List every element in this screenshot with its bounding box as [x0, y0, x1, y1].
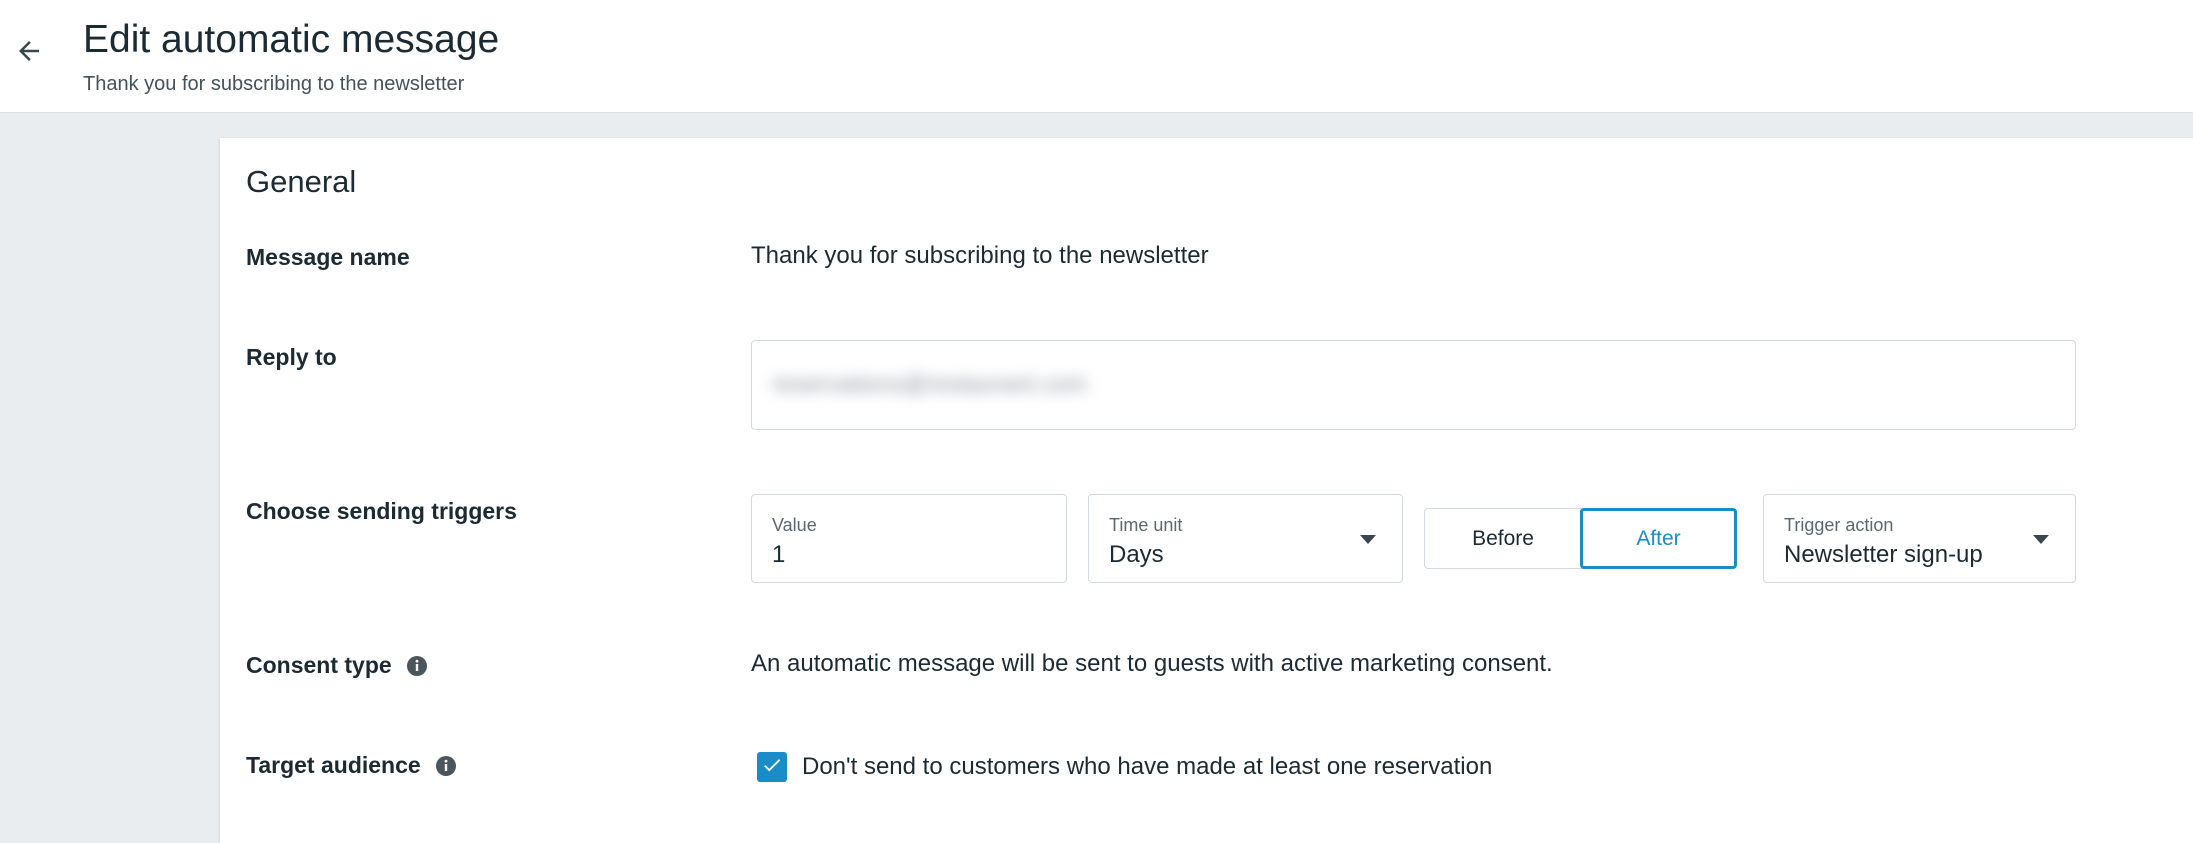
checkmark-icon: [761, 754, 783, 781]
message-name-label: Message name: [246, 244, 410, 270]
general-card: General Message name Thank you for subsc…: [220, 138, 2193, 843]
consent-type-text: An automatic message will be sent to gue…: [751, 650, 1553, 677]
trigger-value-caption: Value: [772, 515, 817, 535]
page-header: Edit automatic message Thank you for sub…: [0, 0, 2193, 113]
timing-after-button[interactable]: After: [1580, 508, 1737, 569]
section-title: General: [246, 164, 357, 199]
reply-to-value: reservations@restaurant.com: [772, 371, 1088, 398]
sending-triggers-label: Choose sending triggers: [246, 498, 517, 524]
trigger-action-caption: Trigger action: [1784, 515, 1894, 535]
chevron-down-icon: [2033, 535, 2049, 544]
trigger-action-select[interactable]: Trigger action Newsletter sign-up: [1763, 494, 2076, 583]
chevron-down-icon: [1360, 535, 1376, 544]
time-unit-caption: Time unit: [1109, 515, 1183, 535]
trigger-value-text: 1: [772, 541, 786, 568]
exclude-customers-checkbox[interactable]: [757, 752, 787, 782]
message-name-value: Thank you for subscribing to the newslet…: [751, 242, 1209, 269]
target-audience-label: Target audience: [246, 752, 457, 779]
time-unit-value: Days: [1109, 541, 1164, 568]
info-icon[interactable]: [435, 755, 457, 777]
reply-to-label: Reply to: [246, 344, 337, 370]
arrow-left-icon: [14, 36, 44, 71]
trigger-action-value: Newsletter sign-up: [1784, 541, 1983, 568]
consent-type-label: Consent type: [246, 652, 428, 679]
info-icon[interactable]: [406, 655, 428, 677]
trigger-value-input[interactable]: Value 1: [751, 494, 1067, 583]
page-subtitle: Thank you for subscribing to the newslet…: [83, 73, 465, 95]
back-button[interactable]: [12, 36, 46, 70]
reply-to-input[interactable]: reservations@restaurant.com: [751, 340, 2076, 430]
exclude-customers-label[interactable]: Don't send to customers who have made at…: [802, 753, 1492, 781]
page-title: Edit automatic message: [83, 18, 500, 61]
time-unit-select[interactable]: Time unit Days: [1088, 494, 1403, 583]
timing-before-button[interactable]: Before: [1424, 508, 1582, 569]
